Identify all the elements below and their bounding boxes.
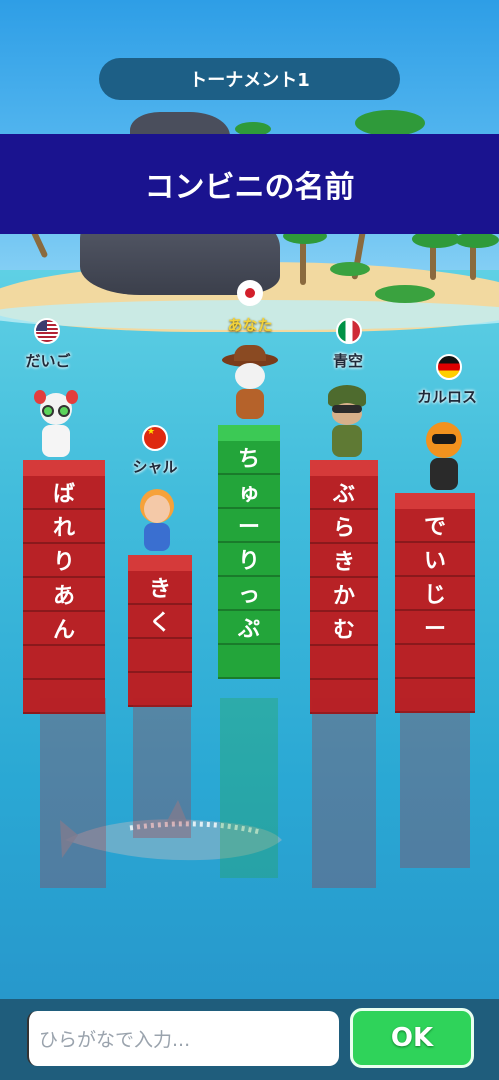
tournament-label: トーナメント1 (99, 58, 400, 100)
tower-top (23, 460, 105, 476)
player-avatar-daigo (34, 385, 78, 465)
letter-block: ば (23, 476, 105, 510)
letter-block: む (310, 612, 378, 646)
tower-reflection (400, 698, 470, 868)
tower-reflection (312, 698, 376, 888)
letter-block: ぷ (218, 611, 280, 645)
letter-block: あ (23, 578, 105, 612)
player-avatar-aozora (324, 385, 370, 465)
italy-flag-icon (336, 318, 362, 344)
word-tower-daigo: ば れ り あ ん (23, 460, 105, 714)
tower-top (395, 493, 475, 509)
player-avatar-carlos (422, 420, 466, 500)
letter-block: き (128, 571, 192, 605)
japan-flag-icon (237, 280, 263, 306)
player-avatar-charu (136, 485, 178, 560)
letter-block: き (310, 544, 378, 578)
letter-block: り (23, 544, 105, 578)
china-flag-icon (142, 425, 168, 451)
germany-flag-icon (436, 354, 462, 380)
letter-block: ち (218, 441, 280, 475)
word-tower-carlos: で い じ ー (395, 493, 475, 713)
empty-block (310, 646, 378, 680)
palm-leaves (355, 110, 425, 136)
player-name-carlos: カルロス (416, 388, 478, 406)
letter-block: ー (218, 509, 280, 543)
empty-block (128, 639, 192, 673)
player-name-daigo: だいご (25, 352, 71, 370)
category-banner: コンビニの名前 (0, 134, 499, 234)
tower-top (310, 460, 378, 476)
bush (330, 262, 370, 276)
letter-block: ぶ (310, 476, 378, 510)
word-tower-charu: き く (128, 555, 192, 707)
player-name-aozora: 青空 (332, 352, 364, 370)
player-name-charu: シャル (132, 458, 178, 476)
letter-block: ゅ (218, 475, 280, 509)
letter-block: ー (395, 611, 475, 645)
ok-button[interactable]: OK (350, 1008, 474, 1068)
us-flag-icon (34, 318, 60, 344)
player-avatar-you (222, 345, 278, 425)
letter-block: か (310, 578, 378, 612)
letter-block: で (395, 509, 475, 543)
tower-reflection (40, 698, 106, 888)
letter-block: じ (395, 577, 475, 611)
letter-block: ん (23, 612, 105, 646)
empty-block (23, 646, 105, 680)
answer-input[interactable]: ひらがなで入力... (27, 1011, 339, 1066)
letter-block: れ (23, 510, 105, 544)
empty-block (218, 645, 280, 679)
player-name-you: あなた (227, 316, 273, 334)
letter-block: り (218, 543, 280, 577)
empty-block (395, 645, 475, 679)
tower-top (218, 425, 280, 441)
bush (375, 285, 435, 303)
letter-block: く (128, 605, 192, 639)
palm-leaves (455, 232, 499, 248)
letter-block: ら (310, 510, 378, 544)
letter-block: い (395, 543, 475, 577)
tower-reflection (133, 698, 191, 838)
word-tower-aozora: ぶ ら き か む (310, 460, 378, 714)
letter-block: っ (218, 577, 280, 611)
tower-reflection (220, 698, 278, 878)
tower-top (128, 555, 192, 571)
word-tower-you: ち ゅ ー り っ ぷ (218, 425, 280, 679)
